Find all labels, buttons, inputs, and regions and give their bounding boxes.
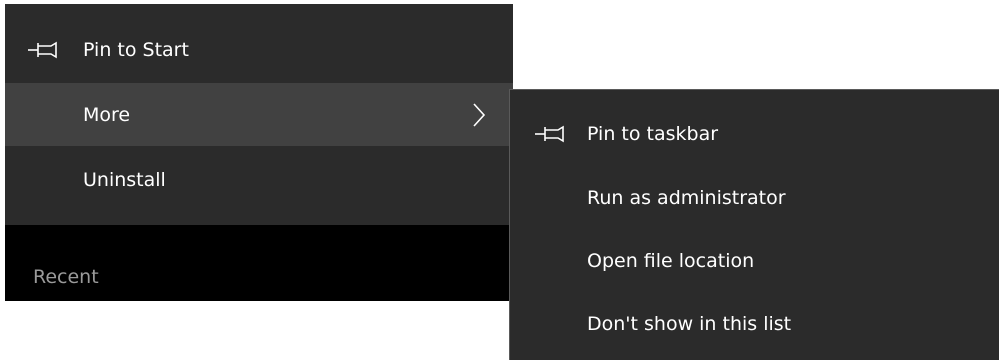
menu-item-label: More xyxy=(83,103,131,126)
submenu-item-label: Pin to taskbar xyxy=(587,123,719,145)
recent-section-header: Recent xyxy=(33,266,99,288)
screen: Pin to Start More Uninstall Recent Pin t… xyxy=(0,0,999,360)
chevron-right-icon xyxy=(473,102,486,127)
start-menu-panel: Pin to Start More Uninstall Recent xyxy=(5,4,513,301)
menu-item-label: Uninstall xyxy=(83,168,166,191)
submenu-item-dont-show-in-list[interactable]: Don't show in this list xyxy=(510,293,999,355)
submenu-item-run-as-administrator[interactable]: Run as administrator xyxy=(510,167,999,229)
menu-item-uninstall[interactable]: Uninstall xyxy=(5,148,513,211)
menu-item-more[interactable]: More xyxy=(5,83,513,146)
menu-item-pin-to-start[interactable]: Pin to Start xyxy=(5,18,513,81)
submenu-item-open-file-location[interactable]: Open file location xyxy=(510,230,999,292)
pin-icon xyxy=(535,125,564,143)
pin-icon xyxy=(28,41,57,58)
menu-item-label: Pin to Start xyxy=(83,38,189,61)
more-submenu: Pin to taskbar Run as administrator Open… xyxy=(509,89,999,360)
context-menu: Pin to Start More Uninstall xyxy=(5,4,513,225)
submenu-item-label: Don't show in this list xyxy=(587,313,792,335)
submenu-item-pin-to-taskbar[interactable]: Pin to taskbar xyxy=(510,103,999,165)
submenu-item-label: Run as administrator xyxy=(587,187,786,209)
submenu-item-label: Open file location xyxy=(587,250,755,272)
